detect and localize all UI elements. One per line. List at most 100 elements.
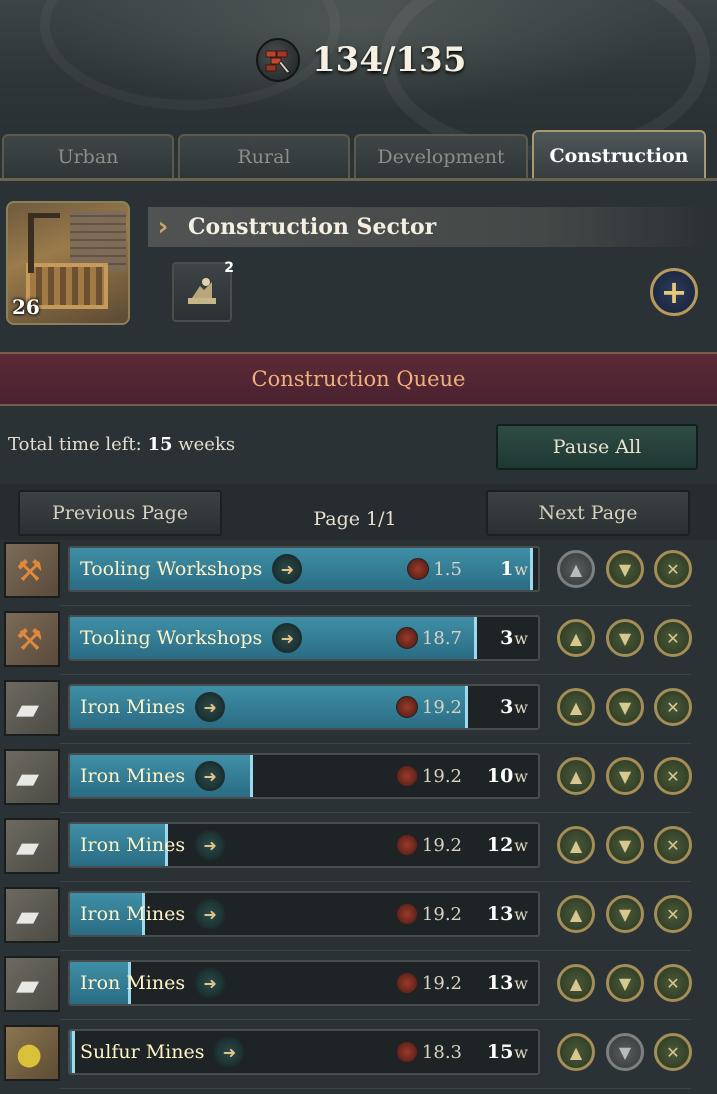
page-indicator: Page 1/1 <box>313 508 397 530</box>
previous-page-button[interactable]: Previous Page <box>18 490 222 536</box>
construction-cost: 1.5 <box>433 558 462 580</box>
construction-progress-bar[interactable]: Tooling Workshops ➜ 18.7 3 w <box>68 615 540 661</box>
weeks-remaining: 15 <box>486 1041 514 1063</box>
pause-all-button[interactable]: Pause All <box>496 424 698 470</box>
move-down-button[interactable]: ▼ <box>606 1033 644 1071</box>
move-down-button[interactable]: ▼ <box>606 619 644 657</box>
move-down-button[interactable]: ▼ <box>606 895 644 933</box>
sulfur-icon: ● <box>4 1025 60 1081</box>
sector-title-bar[interactable]: › Construction Sector <box>148 207 708 247</box>
building-name: Iron Mines <box>80 834 186 856</box>
row-divider <box>60 812 691 813</box>
construction-points-icon <box>256 38 300 82</box>
construction-progress-bar[interactable]: Tooling Workshops ➜ 1.5 1 w <box>68 546 540 592</box>
construction-cost: 19.2 <box>421 834 462 856</box>
queue-row: ⚒ Tooling Workshops ➜ 18.7 3 w ▲ ▼ ✕ <box>0 609 717 675</box>
cancel-construction-button[interactable]: ✕ <box>654 757 692 795</box>
row-divider <box>60 950 691 951</box>
capacity-value: 134/135 <box>312 40 467 80</box>
method-count-badge: 2 <box>224 260 234 276</box>
go-to-state-button[interactable]: ➜ <box>272 554 303 584</box>
move-up-button[interactable]: ▲ <box>557 964 595 1002</box>
cancel-construction-button[interactable]: ✕ <box>654 619 692 657</box>
construction-cost: 19.2 <box>421 696 462 718</box>
tools-icon: ⚒ <box>4 611 60 667</box>
construction-progress-bar[interactable]: Iron Mines ➜ 19.2 10 w <box>68 753 540 799</box>
go-to-state-button[interactable]: ➜ <box>195 692 226 722</box>
move-up-button[interactable]: ▲ <box>557 550 595 588</box>
progress-fill <box>70 1031 75 1073</box>
queue-row: ⚒ Tooling Workshops ➜ 1.5 1 w ▲ ▼ ✕ <box>0 540 717 606</box>
sector-title: Construction Sector <box>188 214 437 240</box>
cancel-construction-button[interactable]: ✕ <box>654 1033 692 1071</box>
weeks-unit: w <box>514 697 528 717</box>
building-name: Iron Mines <box>80 903 186 925</box>
construction-sector-thumbnail[interactable]: 26 <box>6 201 130 325</box>
sector-tabs: Urban Rural Development Construction <box>0 130 717 180</box>
tab-urban[interactable]: Urban <box>2 134 174 178</box>
queue-row: ▰ Iron Mines ➜ 19.2 10 w ▲ ▼ ✕ <box>0 747 717 813</box>
go-to-state-button[interactable]: ➜ <box>195 899 226 929</box>
row-divider <box>60 1088 691 1089</box>
iron-ingot-icon: ▰ <box>4 956 60 1012</box>
construction-progress-bar[interactable]: Iron Mines ➜ 19.2 13 w <box>68 960 540 1006</box>
construction-cost-icon <box>395 765 418 787</box>
go-to-state-button[interactable]: ➜ <box>195 830 226 860</box>
tab-construction[interactable]: Construction <box>532 130 706 180</box>
chevron-right-icon: › <box>157 212 169 242</box>
move-down-button[interactable]: ▼ <box>606 757 644 795</box>
row-divider <box>60 743 691 744</box>
move-up-button[interactable]: ▲ <box>557 895 595 933</box>
construction-cost-icon <box>395 627 418 649</box>
weeks-remaining: 10 <box>486 765 514 787</box>
cancel-construction-button[interactable]: ✕ <box>654 826 692 864</box>
move-down-button[interactable]: ▼ <box>606 964 644 1002</box>
move-up-button[interactable]: ▲ <box>557 757 595 795</box>
sector-level: 26 <box>12 295 40 319</box>
total-time-label: Total time left: <box>8 434 142 455</box>
row-divider <box>60 605 691 606</box>
iron-ingot-icon: ▰ <box>4 680 60 736</box>
tab-rural[interactable]: Rural <box>178 134 350 178</box>
cancel-construction-button[interactable]: ✕ <box>654 895 692 933</box>
building-name: Tooling Workshops <box>80 627 263 649</box>
tab-development[interactable]: Development <box>354 134 528 178</box>
tools-icon: ⚒ <box>4 542 60 598</box>
weeks-unit: w <box>514 766 528 786</box>
building-name: Iron Mines <box>80 696 186 718</box>
move-down-button[interactable]: ▼ <box>606 688 644 726</box>
weeks-unit: w <box>514 904 528 924</box>
construction-progress-bar[interactable]: Sulfur Mines ➜ 18.3 15 w <box>68 1029 540 1075</box>
construction-progress-bar[interactable]: Iron Mines ➜ 19.2 3 w <box>68 684 540 730</box>
queue-row: ▰ Iron Mines ➜ 19.2 12 w ▲ ▼ ✕ <box>0 816 717 882</box>
go-to-state-button[interactable]: ➜ <box>195 968 226 998</box>
iron-ingot-icon: ▰ <box>4 749 60 805</box>
move-up-button[interactable]: ▲ <box>557 619 595 657</box>
construction-cost: 19.2 <box>421 972 462 994</box>
cancel-construction-button[interactable]: ✕ <box>654 550 692 588</box>
weeks-unit: w <box>514 835 528 855</box>
production-method-button[interactable]: 2 <box>172 260 234 322</box>
construction-progress-bar[interactable]: Iron Mines ➜ 19.2 12 w <box>68 822 540 868</box>
move-up-button[interactable]: ▲ <box>557 1033 595 1071</box>
go-to-state-button[interactable]: ➜ <box>195 761 226 791</box>
next-page-button[interactable]: Next Page <box>486 490 690 536</box>
construction-progress-bar[interactable]: Iron Mines ➜ 19.2 13 w <box>68 891 540 937</box>
cancel-construction-button[interactable]: ✕ <box>654 688 692 726</box>
construction-cost-icon <box>395 834 418 856</box>
production-method-icon <box>188 278 216 304</box>
move-down-button[interactable]: ▼ <box>606 826 644 864</box>
move-down-button[interactable]: ▼ <box>606 550 644 588</box>
move-up-button[interactable]: ▲ <box>557 826 595 864</box>
move-up-button[interactable]: ▲ <box>557 688 595 726</box>
construction-cost-icon <box>395 696 418 718</box>
construction-cost-icon <box>395 903 418 925</box>
weeks-unit: w <box>514 973 528 993</box>
go-to-state-button[interactable]: ➜ <box>272 623 303 653</box>
weeks-remaining: 13 <box>486 903 514 925</box>
total-time-value: 15 <box>147 434 173 455</box>
construction-cost: 19.2 <box>421 765 462 787</box>
add-level-button[interactable]: + <box>650 268 698 316</box>
cancel-construction-button[interactable]: ✕ <box>654 964 692 1002</box>
go-to-state-button[interactable]: ➜ <box>214 1037 245 1067</box>
